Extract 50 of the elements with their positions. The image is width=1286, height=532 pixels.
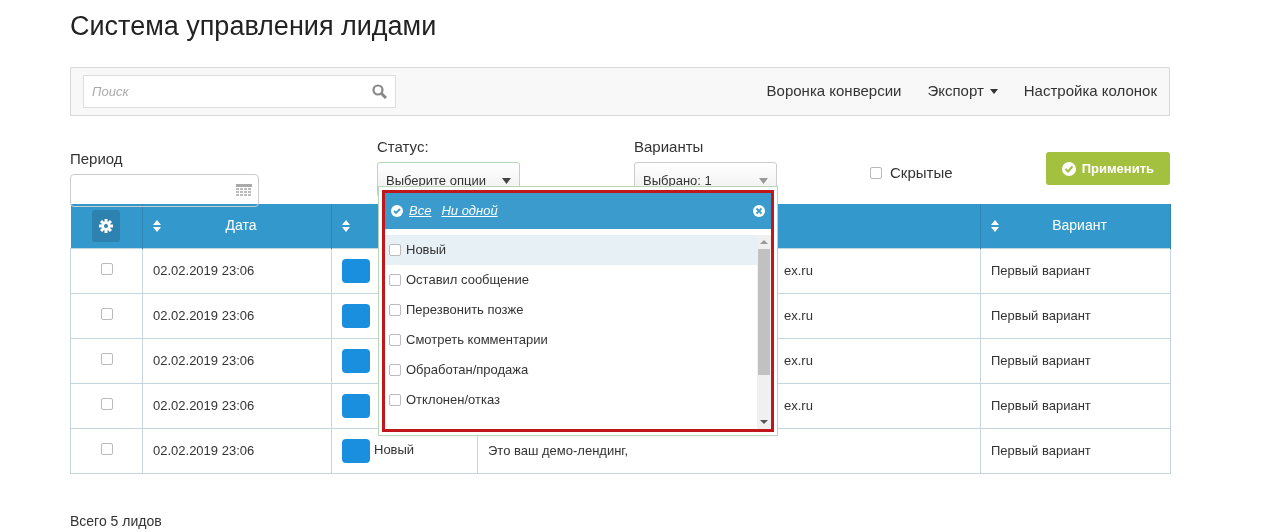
sort-icon [342, 219, 350, 232]
lead-count: Всего 5 лидов [70, 511, 163, 531]
status-color-block [342, 348, 370, 373]
gear-icon [99, 218, 114, 233]
check-circle-icon [1061, 161, 1076, 176]
close-icon [753, 205, 765, 217]
status-color-block [342, 303, 370, 328]
checkbox[interactable] [100, 397, 113, 410]
sort-icon [991, 219, 999, 232]
toolbar-link[interactable]: Настройка колонок [1023, 80, 1157, 103]
table-cell: Первый вариант [980, 248, 1171, 293]
table-cell: 02.02.2019 23:06 [142, 338, 332, 383]
toolbar-link[interactable]: Экспорт [927, 80, 998, 103]
check-circle-icon [391, 205, 403, 217]
calendar-icon [236, 183, 252, 197]
status-color-block [342, 393, 370, 418]
table-cell: Первый вариант [980, 338, 1171, 383]
table-cell: 02.02.2019 23:06 [142, 293, 332, 338]
search-icon [372, 84, 387, 99]
date-field[interactable] [70, 173, 259, 207]
menu-option[interactable]: Новый [385, 235, 757, 265]
caret-icon [759, 178, 768, 184]
field-label: Статус: [377, 137, 430, 157]
table-cell: 02.02.2019 23:06 [142, 248, 332, 293]
settings-button[interactable] [92, 209, 121, 242]
checkbox[interactable] [100, 307, 113, 320]
sort-icon [153, 219, 161, 232]
table-cell: Первый вариант [980, 383, 1171, 428]
table-cell: 02.02.2019 23:06 [142, 383, 332, 428]
status-text: Новый [374, 441, 415, 457]
search-field[interactable]: Поиск [83, 75, 396, 108]
table-cell: 02.02.2019 23:06 [142, 428, 332, 473]
scrollbar[interactable] [757, 235, 771, 429]
checkbox[interactable] [100, 352, 113, 365]
checkbox[interactable] [100, 262, 113, 275]
checkbox[interactable] [870, 167, 882, 179]
caret-icon [502, 178, 511, 184]
checkbox-label: Скрытые [890, 162, 953, 183]
page-title: Система управления лидами [70, 10, 438, 43]
field-label: Период [70, 149, 124, 169]
status-color-block [342, 438, 370, 463]
status-color-block [342, 258, 370, 283]
caret-icon [989, 89, 998, 94]
field-label: Варианты [634, 137, 705, 157]
scroll-up-arrow-icon[interactable] [760, 240, 768, 244]
checkbox[interactable] [100, 442, 113, 455]
toolbar-link[interactable]: Воронка конверсии [766, 80, 902, 103]
table-cell: Первый вариант [980, 293, 1171, 338]
table-cell: Первый вариант [980, 428, 1171, 473]
scroll-down-arrow-icon[interactable] [760, 420, 768, 424]
